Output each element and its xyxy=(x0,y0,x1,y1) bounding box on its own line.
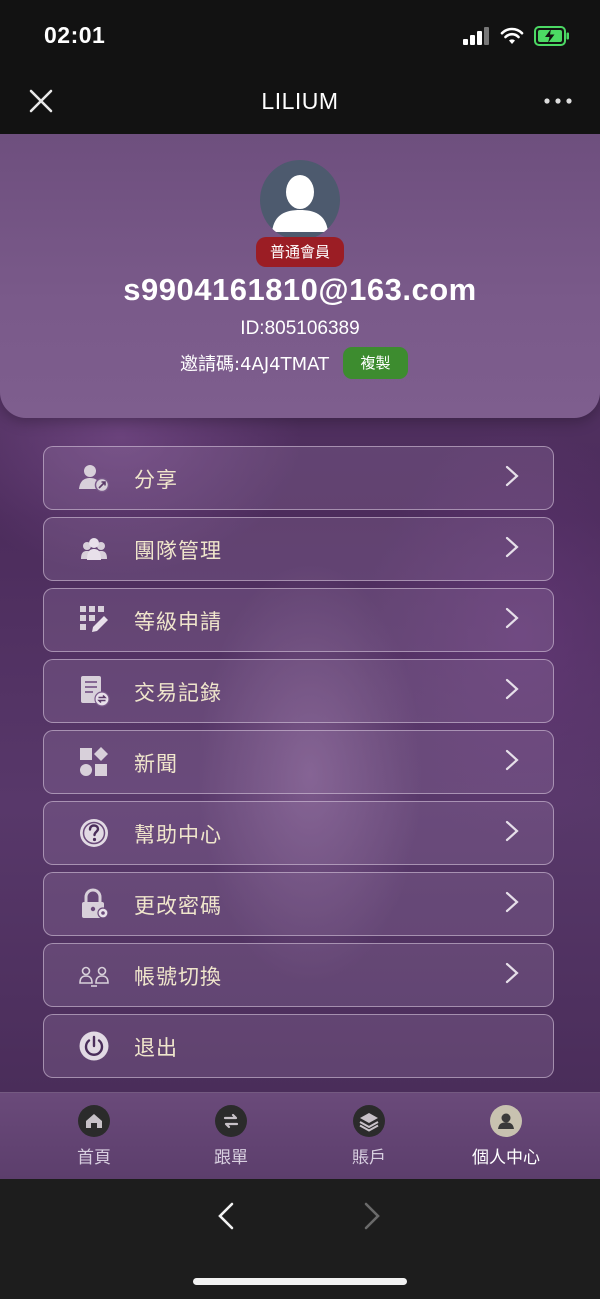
back-arrow-icon[interactable] xyxy=(216,1201,236,1231)
lock-icon xyxy=(82,888,109,919)
tab-follow[interactable]: 跟單 xyxy=(171,1105,291,1175)
copy-button[interactable]: 複製 xyxy=(343,347,409,379)
records-icon xyxy=(81,676,110,707)
chevron-right-icon xyxy=(505,749,519,771)
share-users-icon xyxy=(79,465,110,493)
user-avatar-icon xyxy=(272,175,328,232)
level-apply-icon xyxy=(80,606,108,632)
chevron-right-icon xyxy=(505,820,519,842)
user-email: s9904161810@163.com xyxy=(123,272,477,307)
menu-item-change-password[interactable]: 更改密碼 xyxy=(43,872,554,936)
menu-item-news[interactable]: 新聞 xyxy=(43,730,554,794)
member-level-badge: 普通會員 xyxy=(256,237,344,267)
menu-label-logout: 退出 xyxy=(134,1036,178,1060)
menu-label-change-password: 更改密碼 xyxy=(134,894,222,918)
tab-account[interactable]: 賬戶 xyxy=(309,1105,429,1175)
menu-item-logout[interactable]: 退出 xyxy=(43,1014,554,1078)
team-icon xyxy=(81,538,107,560)
menu-label-help-center: 幫助中心 xyxy=(134,823,222,847)
app-title: LILIUM xyxy=(261,88,339,114)
tab-label-home: 首頁 xyxy=(77,1148,111,1168)
bottom-tab-bar: 首頁 跟單 賬戶 個人中心 xyxy=(0,1092,600,1180)
more-options-icon[interactable] xyxy=(542,90,574,112)
menu-item-switch-account[interactable]: 帳號切換 xyxy=(43,943,554,1007)
tab-label-follow: 跟單 xyxy=(214,1148,248,1168)
menu-item-level-application[interactable]: 等級申請 xyxy=(43,588,554,652)
invite-code: 邀請碼:4AJ4TMAT xyxy=(180,354,330,375)
tab-label-profile: 個人中心 xyxy=(472,1148,540,1168)
power-icon xyxy=(79,1031,109,1061)
status-time: 02:01 xyxy=(44,22,106,48)
menu-label-transaction-records: 交易記錄 xyxy=(134,681,222,705)
invite-code-row: 邀請碼:4AJ4TMAT 複製 xyxy=(180,346,409,380)
chevron-right-icon xyxy=(505,962,519,984)
user-icon xyxy=(490,1105,522,1137)
tab-label-account: 賬戶 xyxy=(352,1148,386,1168)
browser-nav-bar xyxy=(0,1179,600,1299)
menu-label-switch-account: 帳號切換 xyxy=(134,965,222,989)
menu-item-help-center[interactable]: 幫助中心 xyxy=(43,801,554,865)
battery-charging-icon xyxy=(534,26,569,46)
chevron-right-icon xyxy=(505,678,519,700)
tab-home[interactable]: 首頁 xyxy=(34,1105,154,1175)
home-icon xyxy=(78,1105,110,1137)
menu-label-share: 分享 xyxy=(134,468,178,492)
avatar xyxy=(260,160,340,240)
title-bar: LILIUM xyxy=(0,70,600,134)
wifi-icon xyxy=(500,27,524,44)
home-indicator xyxy=(193,1278,407,1285)
news-icon xyxy=(80,747,108,776)
forward-arrow-icon[interactable] xyxy=(362,1201,382,1231)
help-icon xyxy=(80,819,108,847)
chevron-right-icon xyxy=(505,607,519,629)
chevron-right-icon xyxy=(505,891,519,913)
menu-label-level-application: 等級申請 xyxy=(134,610,222,634)
menu-item-share[interactable]: 分享 xyxy=(43,446,554,510)
signal-icon xyxy=(463,27,489,45)
profile-card: 普通會員 s9904161810@163.com ID:805106389 邀請… xyxy=(0,134,600,418)
layers-icon xyxy=(353,1105,385,1137)
menu-item-team-management[interactable]: 團隊管理 xyxy=(43,517,554,581)
menu-label-news: 新聞 xyxy=(134,752,178,776)
switch-account-icon xyxy=(79,966,109,987)
menu-label-team-management: 團隊管理 xyxy=(134,539,222,563)
tab-profile[interactable]: 個人中心 xyxy=(446,1105,566,1175)
swap-icon xyxy=(215,1105,247,1137)
status-bar: 02:01 xyxy=(0,0,600,70)
main-content: 普通會員 s9904161810@163.com ID:805106389 邀請… xyxy=(0,134,600,1092)
chevron-right-icon xyxy=(505,536,519,558)
chevron-right-icon xyxy=(505,465,519,487)
menu-item-transaction-records[interactable]: 交易記錄 xyxy=(43,659,554,723)
status-icons xyxy=(463,26,570,46)
user-id: ID:805106389 xyxy=(240,318,360,339)
